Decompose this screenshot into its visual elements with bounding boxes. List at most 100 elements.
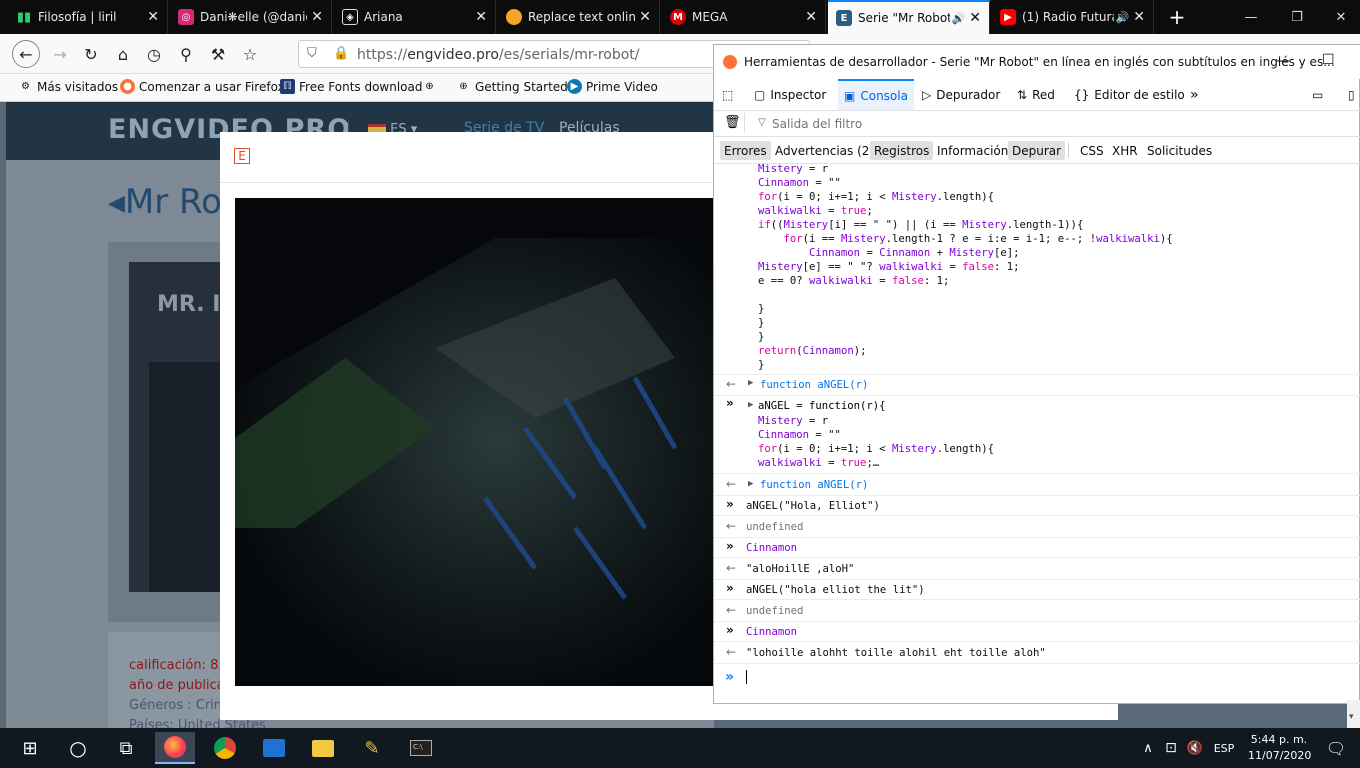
close-window-button[interactable]: ✕ bbox=[1318, 0, 1360, 34]
filter-xhr[interactable]: XHR bbox=[1108, 141, 1142, 160]
tab-debugger[interactable]: ▷ Depurador bbox=[922, 79, 1000, 110]
url-text[interactable]: https://engvideo.pro/es/serials/mr-robot… bbox=[357, 47, 640, 63]
devtools-tabs: ⬚ ▢ Inspector ▣ Consola ▷ Depurador ⇅ Red {}… bbox=[714, 79, 1360, 111]
code-line: for(i = 0; i+=1; i < Mistery.length){ bbox=[758, 191, 995, 203]
level-logs[interactable]: Registros bbox=[870, 141, 934, 160]
debugger-icon: ▷ bbox=[922, 87, 932, 102]
search-icon[interactable]: ⚲ bbox=[172, 40, 200, 68]
code-line: Mistery[e] == " "? walkiwalki = false: 1… bbox=[758, 261, 1020, 273]
page-scrollbar[interactable]: ▾ bbox=[1347, 700, 1360, 728]
tab-console[interactable]: ▣ Consola bbox=[838, 79, 914, 110]
language-indicator[interactable]: ESP bbox=[1208, 732, 1240, 764]
tools-icon[interactable]: ✎ bbox=[352, 732, 392, 764]
devtools-title: Herramientas de desarrollador - Serie "M… bbox=[744, 55, 1335, 69]
level-debug[interactable]: Depurar bbox=[1008, 141, 1066, 160]
close-icon[interactable]: ✕ bbox=[1133, 9, 1145, 25]
notifications-icon[interactable]: 🗨 bbox=[1316, 732, 1356, 764]
firefox-taskbar-icon[interactable] bbox=[155, 732, 195, 764]
url-path: /es/serials/mr-robot/ bbox=[498, 47, 640, 63]
task-view-icon[interactable]: ⧉ bbox=[106, 732, 146, 764]
close-icon[interactable]: ✕ bbox=[475, 9, 487, 25]
filter-requests[interactable]: Solicitudes bbox=[1143, 141, 1216, 160]
console-input: » Cinnamon bbox=[714, 538, 1360, 558]
wrench-icon[interactable]: ⚒ bbox=[204, 40, 232, 68]
new-tab-button[interactable]: + bbox=[1154, 0, 1200, 34]
close-icon[interactable]: ✕ bbox=[147, 9, 159, 25]
level-errors[interactable]: Errores bbox=[720, 141, 771, 160]
volume-muted-icon[interactable]: 🔇 bbox=[1184, 732, 1206, 764]
chevron-up-icon[interactable]: ∧ bbox=[1138, 732, 1158, 764]
bookmark-mas-visitados[interactable]: ⚙ Más visitados bbox=[18, 79, 118, 94]
minimize-button[interactable]: — bbox=[1228, 0, 1274, 34]
filter-input[interactable] bbox=[754, 114, 1054, 134]
tab-style-editor[interactable]: {} Editor de estilo bbox=[1074, 79, 1185, 110]
level-warnings[interactable]: Advertencias (25) bbox=[771, 141, 886, 160]
clock[interactable]: 5:44 p. m. 11/07/2020 bbox=[1248, 732, 1311, 764]
circle-icon bbox=[506, 9, 522, 25]
code-line: } bbox=[758, 331, 765, 343]
minimize-button[interactable]: — bbox=[1276, 53, 1290, 69]
result-arrow-icon: ← bbox=[726, 603, 737, 617]
instagram-icon: ◎ bbox=[178, 9, 194, 25]
tab-radio-futura[interactable]: ▶ (1) Radio Futura 🔊 ✕ bbox=[992, 0, 1154, 34]
speaker-icon[interactable]: 🔊 bbox=[952, 12, 966, 25]
code-line: if((Mistery[i] == " ") || (i == Mistery.… bbox=[758, 219, 1084, 231]
back-arrow-icon[interactable]: ◀ bbox=[108, 191, 125, 216]
tab-inspector[interactable]: ▢ Inspector bbox=[754, 79, 826, 110]
close-icon[interactable]: ✕ bbox=[969, 10, 981, 26]
tab-filosofia[interactable]: ▮▮ Filosofía | liril ✕ bbox=[8, 0, 168, 34]
pick-element-icon[interactable]: ⬚ bbox=[722, 79, 733, 110]
close-icon[interactable]: ✕ bbox=[805, 9, 817, 25]
tab-mega[interactable]: M MEGA ✕ bbox=[662, 0, 826, 34]
windows-start-icon[interactable]: ⊞ bbox=[10, 732, 50, 764]
network-tray-icon[interactable]: ⊡ bbox=[1160, 732, 1182, 764]
chrome-icon[interactable] bbox=[205, 732, 245, 764]
trash-icon[interactable]: 🗑 bbox=[724, 115, 741, 130]
bookmark-free-fonts[interactable]: ℿ Free Fonts download bbox=[280, 79, 423, 94]
expand-triangle-icon[interactable]: ▶ bbox=[748, 479, 753, 489]
expand-triangle-icon[interactable]: ▶ bbox=[748, 400, 753, 410]
video-player[interactable] bbox=[235, 198, 713, 686]
filter-css[interactable]: CSS bbox=[1076, 141, 1108, 160]
bookmark-getting-started[interactable]: ⊕ Getting Started bbox=[456, 79, 567, 94]
tab-mr-robot[interactable]: E Serie "Mr Robot" 🔊 ✕ bbox=[828, 0, 990, 34]
terminal-icon[interactable]: C:\ bbox=[401, 732, 441, 764]
tab-instagram[interactable]: ◎Dani❋elle (@danielle✕ bbox=[170, 0, 332, 34]
bookmark-comenzar[interactable]: ● Comenzar a usar Firefox bbox=[120, 79, 285, 94]
lock-icon[interactable]: 🔒 bbox=[333, 46, 349, 61]
console-icon: ▣ bbox=[844, 88, 856, 103]
globe-icon: ⊕ bbox=[459, 81, 468, 92]
close-icon[interactable]: ✕ bbox=[311, 9, 323, 25]
home-icon[interactable]: ⌂ bbox=[109, 40, 137, 68]
tab-replace-text[interactable]: Replace text online ✕ bbox=[498, 0, 660, 34]
forward-button[interactable]: → bbox=[46, 40, 74, 68]
inspector-icon: ▢ bbox=[754, 87, 766, 102]
close-icon[interactable]: ✕ bbox=[639, 9, 651, 25]
history-icon[interactable]: ◷ bbox=[140, 40, 168, 68]
bookmark-star-icon[interactable]: ☆ bbox=[236, 40, 264, 68]
more-tools-icon[interactable]: » bbox=[1190, 79, 1199, 110]
split-icon[interactable]: ▯ bbox=[1348, 79, 1355, 110]
console-prompt[interactable]: » bbox=[714, 664, 1360, 694]
console-input: » Cinnamon bbox=[714, 622, 1360, 642]
maximize-button[interactable]: ☐ bbox=[1322, 52, 1335, 68]
level-info[interactable]: Información bbox=[933, 141, 1012, 160]
bookmark-globe[interactable]: ⊕ bbox=[422, 79, 441, 94]
code-line: } bbox=[758, 317, 765, 329]
tab-network[interactable]: ⇅ Red bbox=[1017, 79, 1055, 110]
file-explorer-icon[interactable] bbox=[303, 732, 343, 764]
tab-ariana[interactable]: ◈ Ariana ✕ bbox=[334, 0, 496, 34]
reload-button[interactable]: ↻ bbox=[77, 40, 105, 68]
dock-icon[interactable]: ▭ bbox=[1312, 79, 1323, 110]
filter-icon: ▽ bbox=[758, 117, 766, 128]
movies-icon[interactable] bbox=[254, 732, 294, 764]
restore-button[interactable]: ❐ bbox=[1274, 0, 1320, 34]
speaker-icon[interactable]: 🔊 bbox=[1116, 11, 1130, 24]
shield-icon[interactable]: ⛉ bbox=[307, 46, 317, 61]
bookmark-prime-video[interactable]: ▶ Prime Video bbox=[567, 79, 658, 94]
poster-image[interactable]: MR. I bbox=[129, 262, 229, 592]
back-button[interactable]: ← bbox=[12, 40, 40, 68]
cortana-icon[interactable]: ○ bbox=[58, 732, 98, 764]
expand-triangle-icon[interactable]: ▶ bbox=[748, 378, 753, 388]
